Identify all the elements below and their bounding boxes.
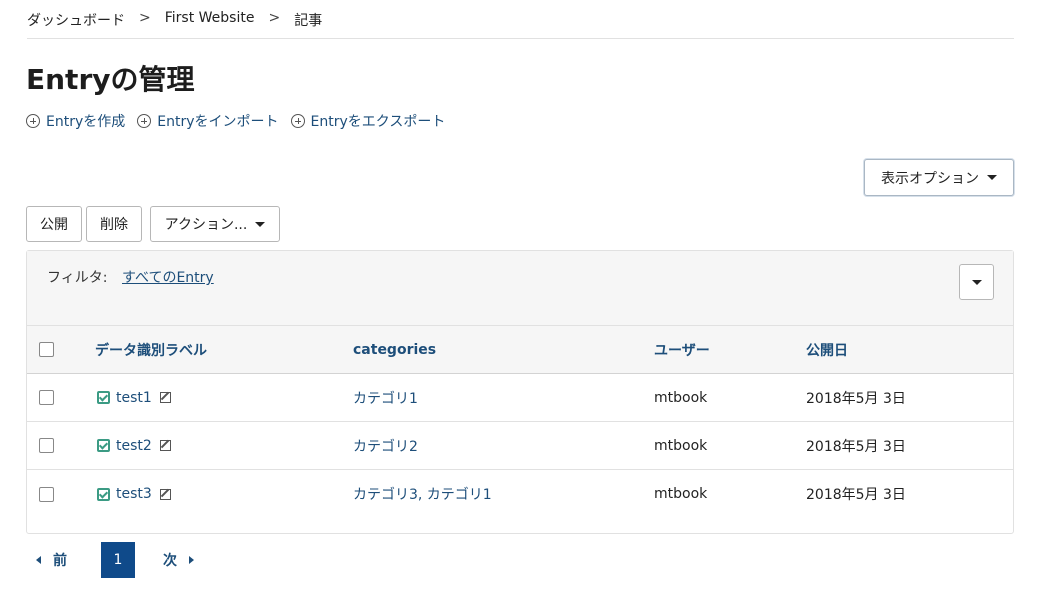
display-options-label: 表示オプション (881, 170, 979, 187)
create-entry-link[interactable]: Entryを作成 (26, 111, 125, 131)
export-entry-label: Entryをエクスポート (310, 114, 446, 130)
header-label[interactable]: データ識別ラベル (95, 326, 207, 373)
filter-toggle-button[interactable] (959, 264, 994, 300)
table-row: test2 カテゴリ2 mtbook 2018年5月 3日 (27, 422, 1013, 470)
page-actions: Entryを作成 Entryをインポート Entryをエクスポート (26, 111, 445, 131)
actions-dropdown[interactable]: アクション... (150, 206, 280, 242)
edit-icon[interactable] (159, 488, 171, 500)
entry-categories-link[interactable]: カテゴリ1 (353, 388, 418, 408)
actions-dropdown-label: アクション... (164, 217, 248, 233)
edit-icon[interactable] (159, 440, 171, 451)
table-row: test3 カテゴリ3, カテゴリ1 mtbook 2018年5月 3日 (27, 470, 1013, 518)
breadcrumb-separator: > (268, 10, 281, 26)
display-options-button[interactable]: 表示オプション (864, 159, 1014, 196)
page-title: Entryの管理 (26, 63, 195, 96)
header-categories[interactable]: categories (353, 326, 436, 373)
entry-list-panel: フィルタ: すべてのEntry データ識別ラベル categories ユーザー… (26, 250, 1014, 534)
entry-title-link[interactable]: test2 (116, 438, 152, 454)
entry-categories-link[interactable]: カテゴリ2 (353, 436, 418, 456)
import-entry-label: Entryをインポート (157, 114, 279, 130)
triangle-left-icon (36, 556, 41, 564)
publish-button[interactable]: 公開 (26, 206, 82, 242)
caret-down-icon (255, 221, 266, 227)
pagination-current-page: 1 (101, 542, 135, 578)
published-check-icon (97, 391, 110, 404)
delete-button[interactable]: 削除 (86, 206, 142, 242)
export-entry-link[interactable]: Entryをエクスポート (290, 111, 446, 131)
row-checkbox[interactable] (39, 486, 54, 502)
breadcrumb-current: 記事 (294, 13, 323, 29)
plus-circle-icon (290, 114, 305, 128)
entry-title-link[interactable]: test3 (116, 486, 152, 502)
caret-down-icon (971, 279, 982, 285)
header-user[interactable]: ユーザー (654, 326, 710, 373)
entry-title-link[interactable]: test1 (116, 390, 152, 406)
published-check-icon (97, 439, 110, 452)
edit-icon[interactable] (159, 392, 171, 403)
filter-bar: フィルタ: すべてのEntry (27, 251, 1013, 326)
publish-button-label: 公開 (40, 217, 68, 233)
entry-user: mtbook (654, 389, 708, 406)
caret-down-icon (987, 175, 997, 180)
create-entry-label: Entryを作成 (46, 114, 126, 130)
pagination-prev-label: 前 (53, 553, 67, 569)
breadcrumb-dashboard[interactable]: ダッシュボード (27, 10, 125, 30)
breadcrumb-website[interactable]: First Website (165, 10, 255, 26)
plus-circle-icon (137, 114, 152, 128)
entry-categories-link[interactable]: カテゴリ3, カテゴリ1 (353, 484, 492, 504)
entry-user: mtbook (654, 437, 708, 454)
entry-user: mtbook (654, 486, 708, 502)
import-entry-link[interactable]: Entryをインポート (137, 111, 279, 131)
entry-date: 2018年5月 3日 (806, 487, 906, 503)
pagination-prev-link[interactable]: 前 (36, 542, 67, 578)
row-checkbox[interactable] (39, 390, 54, 405)
delete-button-label: 削除 (100, 217, 128, 233)
entry-date: 2018年5月 3日 (806, 438, 906, 455)
pagination-next-label: 次 (163, 553, 177, 569)
header-select-all-cell (39, 326, 54, 373)
plus-circle-icon (26, 114, 40, 128)
breadcrumb: ダッシュボード > First Website > 記事 (27, 10, 1014, 39)
breadcrumb-separator: > (139, 10, 151, 26)
published-check-icon (97, 487, 110, 501)
filter-value-link[interactable]: すべてのEntry (122, 267, 214, 287)
filter-label: フィルタ: (47, 270, 108, 286)
pagination-next-link[interactable]: 次 (163, 542, 194, 578)
table-row: test1 カテゴリ1 mtbook 2018年5月 3日 (27, 374, 1013, 422)
entry-date: 2018年5月 3日 (806, 390, 906, 407)
header-published-date[interactable]: 公開日 (806, 326, 848, 373)
row-checkbox[interactable] (39, 438, 54, 453)
select-all-checkbox[interactable] (39, 342, 54, 357)
triangle-right-icon (189, 556, 194, 564)
table-header: データ識別ラベル categories ユーザー 公開日 (27, 326, 1013, 374)
